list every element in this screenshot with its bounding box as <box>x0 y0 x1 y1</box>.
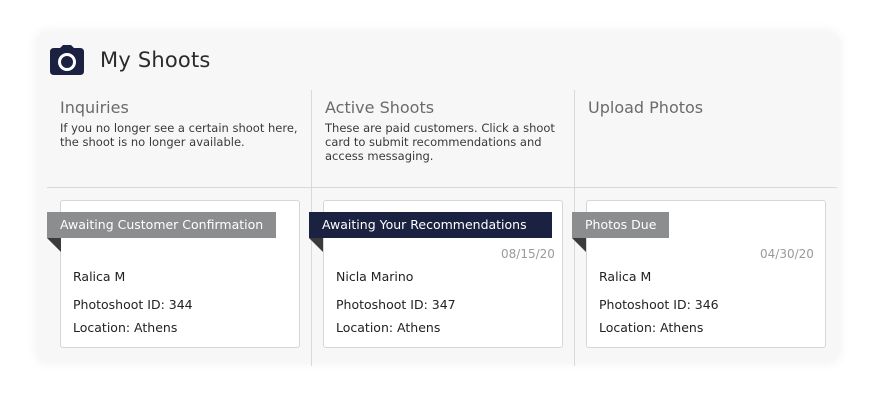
customer-name: Nicla Marino <box>336 269 414 284</box>
photoshoot-id: Photoshoot ID: 344 <box>73 297 193 312</box>
customer-name: Ralica M <box>599 269 652 284</box>
location: Location: Athens <box>73 320 178 335</box>
shoot-date: 04/30/20 <box>760 247 814 261</box>
column-description: These are paid customers. Click a shoot … <box>325 121 555 163</box>
status-tag: Photos Due <box>572 212 670 238</box>
tag-fold <box>47 238 61 252</box>
shoot-date: 08/15/20 <box>501 247 555 261</box>
status-tag: Awaiting Customer Confirmation <box>47 212 277 238</box>
column-title: Active Shoots <box>325 98 435 117</box>
tag-fold <box>572 238 586 252</box>
status-tag: Awaiting Your Recommendations <box>309 212 552 238</box>
column-title: Inquiries <box>60 98 129 117</box>
location: Location: Athens <box>336 320 441 335</box>
column-description: If you no longer see a certain shoot her… <box>60 121 298 149</box>
customer-name: Ralica M <box>73 269 126 284</box>
camera-icon <box>50 45 84 75</box>
photoshoot-id: Photoshoot ID: 347 <box>336 297 456 312</box>
page-title: My Shoots <box>100 48 211 72</box>
location: Location: Athens <box>599 320 704 335</box>
column-title: Upload Photos <box>588 98 704 117</box>
my-shoots-panel: My Shoots Inquiries If you no longer see… <box>37 32 839 366</box>
header-divider <box>47 187 837 188</box>
photoshoot-id: Photoshoot ID: 346 <box>599 297 719 312</box>
panel-header: My Shoots <box>50 44 211 76</box>
tag-fold <box>309 238 323 252</box>
